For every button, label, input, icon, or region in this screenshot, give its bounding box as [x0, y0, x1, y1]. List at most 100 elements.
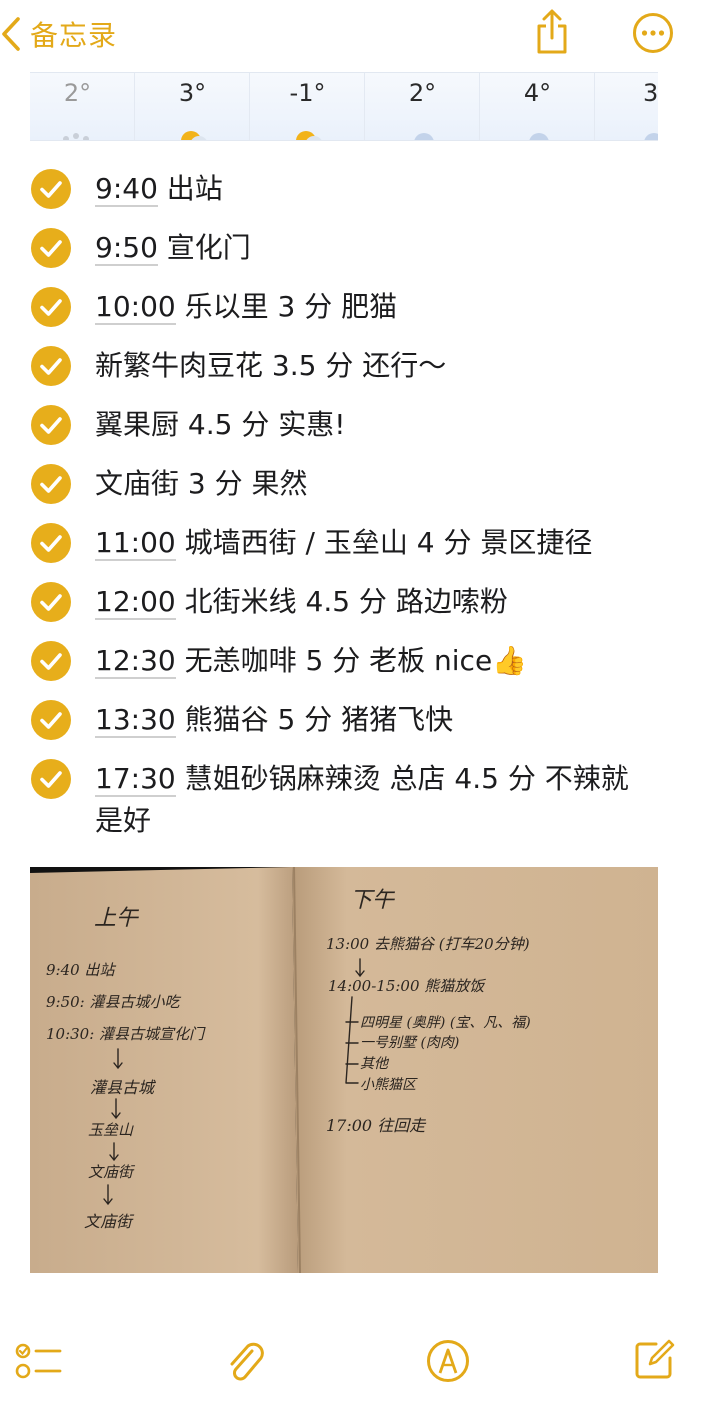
- thumbs-up-emoji: 👍: [492, 644, 528, 677]
- back-button[interactable]: 备忘录: [0, 14, 117, 54]
- checkmark-icon: [40, 771, 62, 788]
- weather-temp: 3: [643, 79, 658, 107]
- item-label: 新繁牛肉豆花 3.5 分 还行～: [95, 349, 447, 382]
- time-link[interactable]: 9:50: [95, 231, 158, 266]
- moon-icon: [639, 123, 658, 140]
- checkbox-checked[interactable]: [31, 759, 71, 799]
- handwriting-line: 其他: [360, 1056, 390, 1072]
- weather-temp: 4°: [523, 79, 552, 107]
- weather-temp: -1°: [289, 79, 326, 107]
- moon-cloud-icon: [173, 123, 213, 140]
- share-icon[interactable]: [532, 8, 572, 60]
- time-link[interactable]: 11:00: [95, 526, 176, 561]
- checkmark-icon: [40, 358, 62, 375]
- handwriting-heading-right: 下午: [350, 888, 396, 913]
- item-label: 熊猫谷 5 分 猪猪飞快: [175, 703, 454, 736]
- handwriting-line: 文庙街: [84, 1212, 135, 1231]
- checklist-item-text[interactable]: 12:00 北街米线 4.5 分 路边嗦粉: [95, 581, 665, 623]
- handwriting-line: 一号别墅 (肉肉): [360, 1035, 459, 1051]
- weather-hour: 2°: [365, 73, 480, 140]
- checkbox-checked[interactable]: [31, 523, 71, 563]
- checklist-item-text[interactable]: 翼果厨 4.5 分 实惠!: [95, 404, 665, 446]
- checkbox-checked[interactable]: [31, 287, 71, 327]
- cloudy-icon: [56, 123, 96, 140]
- checklist-item-text[interactable]: 11:00 城墙西街 / 玉垒山 4 分 景区捷径: [95, 522, 665, 564]
- checklist-item-text[interactable]: 10:00 乐以里 3 分 肥猫: [95, 286, 665, 328]
- time-link[interactable]: 10:00: [95, 290, 176, 325]
- checkbox-checked[interactable]: [31, 169, 71, 209]
- time-link[interactable]: 9:40: [95, 172, 158, 207]
- weather-hour: 3: [595, 73, 658, 140]
- item-label: 翼果厨 4.5 分 实惠!: [95, 408, 346, 441]
- checkbox-checked[interactable]: [31, 700, 71, 740]
- checkmark-icon: [40, 535, 62, 552]
- item-label: 宣化门: [157, 231, 251, 264]
- checklist-icon[interactable]: [14, 1340, 62, 1386]
- handwriting-line: 灌县古城: [90, 1078, 156, 1097]
- handwriting-line: 17:00 往回走: [326, 1116, 427, 1135]
- ellipsis-circle-icon[interactable]: [632, 12, 674, 58]
- handwriting-line: 四明星 (奥胖) (宝、凡、福): [360, 1015, 531, 1031]
- weather-temp: 2°: [408, 79, 437, 107]
- checkbox-checked[interactable]: [31, 582, 71, 622]
- chevron-left-icon: [0, 15, 22, 53]
- note-page: 备忘录 2° 3° -1° 2° 4° 3 9:40 出站 9:50 宣化门 1…: [0, 0, 702, 1418]
- attached-photo[interactable]: 上午 9:40 出站 9:50: 灌县古城小吃 10:30: 灌县古城宣化门 灌…: [30, 867, 658, 1273]
- checkmark-icon: [40, 240, 62, 257]
- item-label: 乐以里 3 分 肥猫: [175, 290, 398, 323]
- handwriting-line: 13:00 去熊猫谷 (打车20分钟): [326, 935, 530, 953]
- weather-temp: 3°: [178, 79, 207, 107]
- paperclip-icon[interactable]: [222, 1337, 270, 1389]
- pen-circle-icon[interactable]: [426, 1339, 470, 1387]
- compose-icon[interactable]: [632, 1338, 676, 1386]
- moon-icon: [409, 123, 439, 140]
- handwriting-line: 14:00-15:00 熊猫放饭: [328, 977, 486, 995]
- weather-hour: 4°: [480, 73, 595, 140]
- time-link[interactable]: 17:30: [95, 762, 176, 797]
- item-label: 慧姐砂锅麻辣烫 总店 4.5 分 不辣就是好: [95, 762, 629, 837]
- back-label: 备忘录: [30, 19, 118, 52]
- checklist-item-text[interactable]: 12:30 无恙咖啡 5 分 老板 nice👍: [95, 640, 665, 682]
- moon-icon: [524, 123, 554, 140]
- checkbox-checked[interactable]: [31, 464, 71, 504]
- time-link[interactable]: 12:00: [95, 585, 176, 620]
- weather-temp: 2°: [63, 79, 92, 107]
- checklist-item-text[interactable]: 新繁牛肉豆花 3.5 分 还行～: [95, 345, 665, 387]
- time-link[interactable]: 12:30: [95, 644, 176, 679]
- checkbox-checked[interactable]: [31, 641, 71, 681]
- handwriting-line: 文庙街: [88, 1163, 136, 1181]
- checkmark-icon: [40, 653, 62, 670]
- handwriting-line: 9:50: 灌县古城小吃: [46, 993, 182, 1011]
- item-label: 文庙街 3 分 果然: [95, 467, 308, 500]
- weather-forecast-strip[interactable]: 2° 3° -1° 2° 4° 3: [30, 72, 658, 141]
- handwriting-line: 玉垒山: [88, 1121, 134, 1139]
- handwriting-line: 10:30: 灌县古城宣化门: [46, 1025, 206, 1043]
- checkmark-icon: [40, 712, 62, 729]
- checklist-item-text[interactable]: 17:30 慧姐砂锅麻辣烫 总店 4.5 分 不辣就是好: [95, 758, 635, 842]
- item-label: 出站: [157, 172, 223, 205]
- checkbox-checked[interactable]: [31, 346, 71, 386]
- checklist-item-text[interactable]: 9:50 宣化门: [95, 227, 665, 269]
- navigation-bar: 备忘录: [0, 0, 702, 66]
- handwriting-heading-left: 上午: [94, 906, 140, 931]
- weather-hour: 2°: [30, 73, 135, 140]
- item-label: 无恙咖啡 5 分 老板 nice: [175, 644, 493, 677]
- checkbox-checked[interactable]: [31, 405, 71, 445]
- weather-hour: 3°: [135, 73, 250, 140]
- checkmark-icon: [40, 181, 62, 198]
- item-label: 城墙西街 / 玉垒山 4 分 景区捷径: [175, 526, 593, 559]
- item-label: 北街米线 4.5 分 路边嗦粉: [175, 585, 508, 618]
- checkmark-icon: [40, 417, 62, 434]
- time-link[interactable]: 13:30: [95, 703, 176, 738]
- handwriting-line: 9:40 出站: [46, 961, 116, 979]
- checklist-item-text[interactable]: 9:40 出站: [95, 168, 665, 210]
- checkmark-icon: [40, 299, 62, 316]
- checkmark-icon: [40, 594, 62, 611]
- checkmark-icon: [40, 476, 62, 493]
- weather-hour: -1°: [250, 73, 365, 140]
- checklist-item-text[interactable]: 13:30 熊猫谷 5 分 猪猪飞快: [95, 699, 665, 741]
- handwriting-line: 小熊猫区: [360, 1077, 418, 1093]
- moon-cloud-icon: [288, 123, 328, 140]
- checklist-item-text[interactable]: 文庙街 3 分 果然: [95, 463, 665, 505]
- checkbox-checked[interactable]: [31, 228, 71, 268]
